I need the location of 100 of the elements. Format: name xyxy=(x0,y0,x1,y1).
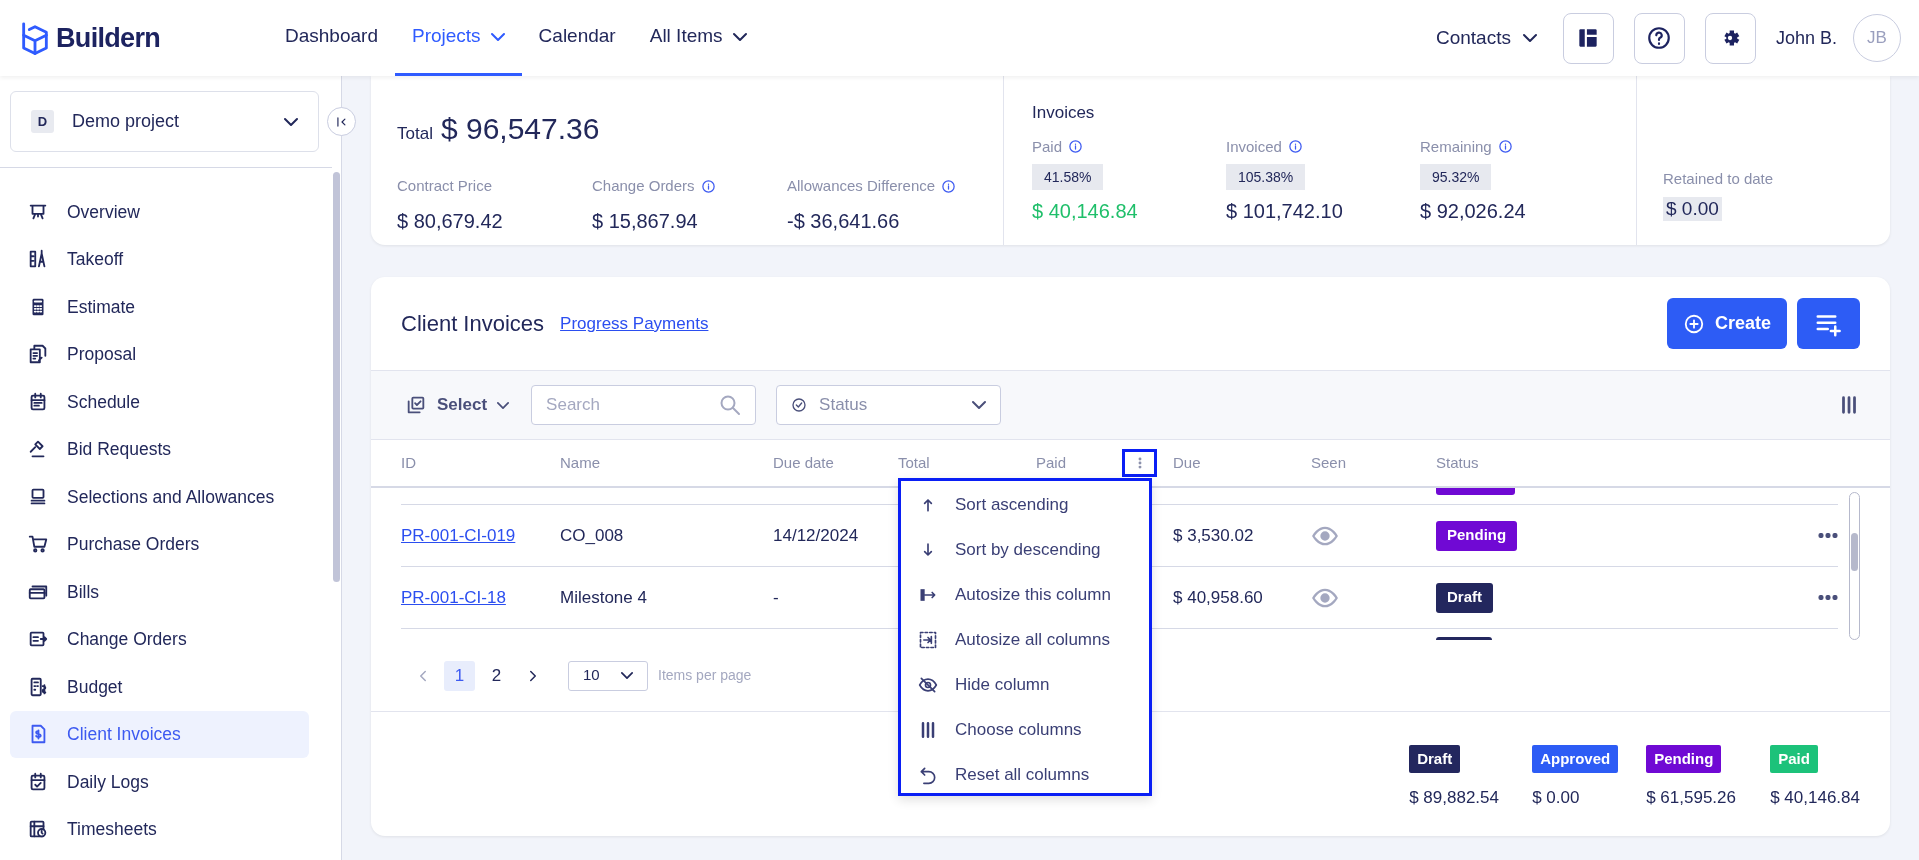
info-icon xyxy=(1497,139,1513,155)
info-icon xyxy=(941,178,957,194)
menu-item[interactable]: Sort ascending xyxy=(901,482,1149,527)
summary-label: Retained to date xyxy=(1663,169,1774,189)
caret-icon xyxy=(621,671,633,680)
invoice-id-link[interactable]: PR-001-CI-019 xyxy=(401,525,516,545)
invoices-title: Invoices xyxy=(1032,102,1096,124)
total-amount: $ 61,595.26 xyxy=(1646,787,1736,809)
project-selector[interactable]: D Demo project xyxy=(10,91,319,152)
more-icon xyxy=(1818,595,1838,600)
project-initial: D xyxy=(31,110,54,133)
summary-label: Invoiced xyxy=(1226,136,1282,157)
summary-value: $ 92,026.24 xyxy=(1420,199,1526,224)
total-amount: $ 0.00 xyxy=(1532,787,1580,809)
status-badge: Draft xyxy=(1436,582,1493,613)
menu-item-icon xyxy=(27,343,49,366)
nav-tab[interactable]: All Items xyxy=(632,0,764,76)
sidebar-item[interactable]: Client Invoices xyxy=(10,710,309,758)
caret-icon xyxy=(284,116,298,127)
help-icon xyxy=(1646,25,1673,51)
card-title: Client Invoices xyxy=(401,310,545,338)
status-badge: Pending xyxy=(1436,520,1518,551)
table-cell: - xyxy=(773,587,779,607)
help-button[interactable] xyxy=(1633,12,1685,64)
menu-item[interactable]: Sort by descending xyxy=(901,527,1149,572)
summary-value: $ 80,679.42 xyxy=(397,208,504,234)
scrollbar-thumb[interactable] xyxy=(1851,533,1858,571)
select-menu[interactable]: Select xyxy=(405,392,510,418)
status-badge: Paid xyxy=(1770,745,1818,773)
percent-chip: 105.38% xyxy=(1226,164,1306,190)
page-button[interactable]: 1 xyxy=(444,660,475,691)
table-cell: CO_008 xyxy=(560,525,624,545)
scrollbar-track[interactable] xyxy=(1849,492,1860,640)
search-field[interactable]: Search xyxy=(531,385,757,425)
progress-payments-link[interactable]: Progress Payments xyxy=(560,310,709,337)
menu-item[interactable]: Autosize all columns xyxy=(901,617,1149,662)
caret-icon xyxy=(497,400,510,410)
summary-value: $ 40,146.84 xyxy=(1032,199,1138,224)
sidebar-item[interactable]: Selections and Allowances xyxy=(10,473,309,521)
contacts-menu[interactable]: Contacts xyxy=(1435,23,1537,53)
sidebar-item[interactable]: Schedule xyxy=(10,378,309,426)
caret-icon xyxy=(1522,33,1537,43)
more-actions-button[interactable] xyxy=(1818,533,1838,538)
sidebar-item[interactable]: Change Orders xyxy=(10,615,309,663)
status-badge: Pending xyxy=(1646,745,1722,773)
menu-item[interactable]: Hide column xyxy=(901,662,1149,707)
menu-item[interactable]: Reset all columns xyxy=(901,752,1149,797)
sidebar-item[interactable]: Bills xyxy=(10,568,309,616)
menu-item[interactable]: Choose columns xyxy=(901,707,1149,752)
caret-icon xyxy=(490,31,505,42)
info-icon xyxy=(700,178,716,194)
summary-label: Contract Price xyxy=(397,176,493,196)
sidebar-item[interactable]: Daily Logs xyxy=(10,758,309,806)
page-button[interactable]: 2 xyxy=(481,660,512,691)
scrollbar-thumb[interactable] xyxy=(333,172,340,582)
layout-button[interactable] xyxy=(1562,12,1614,64)
status-badge: Approved xyxy=(1532,745,1619,773)
nav-tab[interactable]: Dashboard xyxy=(268,0,395,76)
more-icon xyxy=(1818,533,1838,538)
create-button[interactable]: Create xyxy=(1667,298,1787,349)
status-icon xyxy=(791,397,808,413)
summary-label: Change Orders xyxy=(592,176,695,196)
total-amount: $ 40,146.84 xyxy=(1770,787,1860,809)
user-name: John B. xyxy=(1775,26,1837,50)
menu-option-icon xyxy=(918,764,938,785)
summary-label: Remaining xyxy=(1420,136,1492,157)
sidebar-item[interactable]: Purchase Orders xyxy=(10,520,309,568)
caret-icon xyxy=(972,400,987,410)
summary-value: $ 15,867.94 xyxy=(592,208,699,234)
nav-tab[interactable]: Calendar xyxy=(521,0,633,76)
percent-chip: 41.58% xyxy=(1032,164,1104,190)
page-size-dropdown[interactable]: 10 xyxy=(568,660,648,691)
menu-item[interactable]: Autosize this column xyxy=(901,572,1149,617)
more-actions-button[interactable] xyxy=(1818,595,1838,600)
sidebar-item[interactable]: Bid Requests xyxy=(10,425,309,473)
items-per-page-label: Items per page xyxy=(658,666,752,685)
total-value: $ 96,547.36 xyxy=(440,111,600,147)
sidebar-item[interactable]: Estimate xyxy=(10,283,309,331)
percent-chip: 95.32% xyxy=(1420,164,1492,190)
menu-option-icon xyxy=(918,629,938,650)
summary-label: Paid xyxy=(1032,136,1063,157)
sidebar-item[interactable]: Timesheets xyxy=(10,805,309,853)
status-badge: Draft xyxy=(1409,745,1461,773)
summary-value: -$ 36,641.66 xyxy=(787,208,901,234)
invoice-id-link[interactable]: PR-001-CI-18 xyxy=(401,587,506,607)
table-cell: $ 3,530.02 xyxy=(1173,525,1254,545)
add-list-button[interactable] xyxy=(1797,298,1860,349)
settings-button[interactable] xyxy=(1704,12,1756,64)
table-cell: Milestone 4 xyxy=(560,587,647,607)
sidebar-item[interactable]: Overview xyxy=(10,188,309,236)
collapse-button[interactable] xyxy=(327,107,356,136)
sidebar-item[interactable]: Proposal xyxy=(10,330,309,378)
menu-option-icon xyxy=(918,674,938,695)
table-cell: 14/12/2024 xyxy=(773,525,859,545)
info-icon xyxy=(1068,139,1084,155)
sidebar-item[interactable]: Takeoff xyxy=(10,235,309,283)
plus-circle-icon xyxy=(1683,312,1705,335)
logo-text: Buildern xyxy=(56,21,161,55)
caret-icon xyxy=(732,31,747,42)
sidebar-item[interactable]: Budget xyxy=(10,663,309,711)
